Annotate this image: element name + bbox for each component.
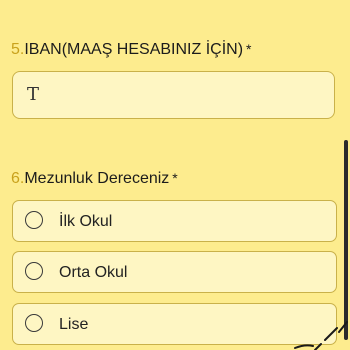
decorative-scribble-icon [294, 321, 348, 350]
option-orta-okul[interactable]: Orta Okul [12, 251, 337, 293]
option-ilk-okul[interactable]: İlk Okul [12, 200, 337, 242]
required-mark: * [246, 41, 252, 57]
option-label: Lise [59, 316, 89, 333]
iban-input[interactable]: T [12, 71, 335, 119]
question-5-title: 5.IBAN(MAAŞ HESABINIZ İÇİN) * [11, 39, 252, 60]
question-6-title: 6.Mezunluk Dereceniz * [11, 168, 178, 189]
question-6-number: 6. [11, 170, 25, 187]
radio-circle-icon[interactable] [25, 262, 43, 280]
question-5-number: 5. [11, 41, 25, 58]
scrollbar[interactable] [344, 140, 348, 340]
option-label: İlk Okul [59, 213, 113, 230]
option-label: Orta Okul [59, 264, 128, 281]
required-mark: * [172, 170, 178, 186]
question-6-label: Mezunluk Dereceniz [24, 170, 170, 187]
radio-circle-icon[interactable] [25, 314, 43, 332]
question-5-label: IBAN(MAAŞ HESABINIZ İÇİN) [24, 41, 244, 58]
radio-circle-icon[interactable] [25, 211, 43, 229]
text-cursor-icon: T [27, 84, 40, 105]
